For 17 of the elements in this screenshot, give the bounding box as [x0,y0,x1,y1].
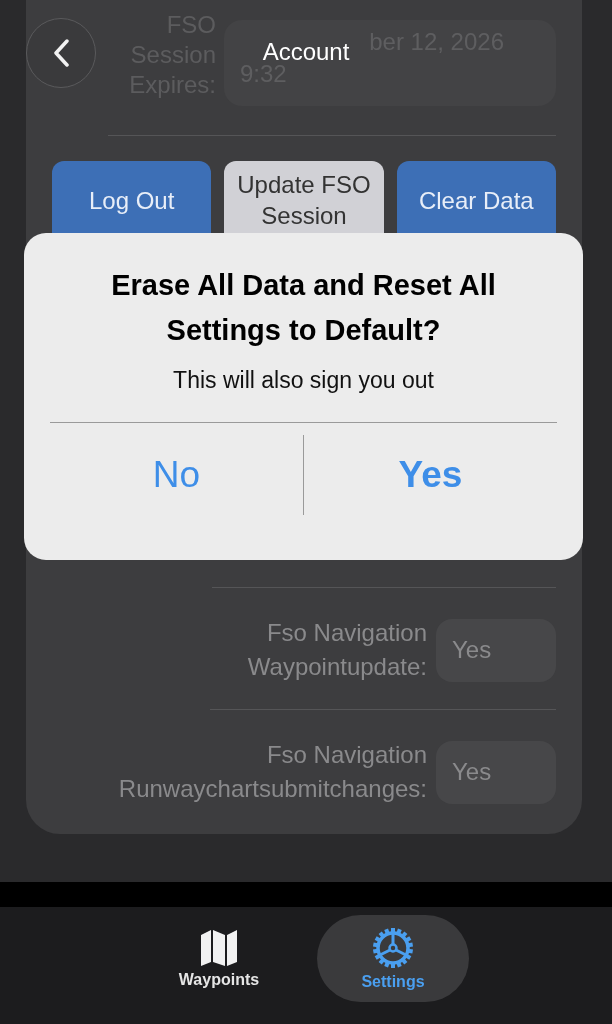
cancel-button[interactable]: No [50,435,303,515]
alert-title: Erase All Data and Reset All Settings to Default? [110,268,497,348]
setting-value-field[interactable]: Yes [436,740,556,804]
confirm-button[interactable]: Yes [304,435,557,515]
screen-title: Account [262,38,350,65]
back-icon [53,39,69,67]
gear-icon [372,926,414,969]
setting-label: Fso Navigation Waypointupdate: [246,618,427,682]
map-icon [199,928,239,967]
action-button[interactable]: Log Out [52,161,212,233]
tab[interactable]: Waypoints [143,915,295,1002]
setting-value-field[interactable]: Yes [436,618,556,682]
action-button[interactable]: Clear Data [396,161,556,233]
tab[interactable]: Settings [317,915,469,1002]
alert-message: This will also sign you out [172,367,435,394]
action-button[interactable]: Update FSO Session [224,161,384,233]
setting-label: Fso Navigation Runwaychartsubmitchanges: [118,740,427,804]
